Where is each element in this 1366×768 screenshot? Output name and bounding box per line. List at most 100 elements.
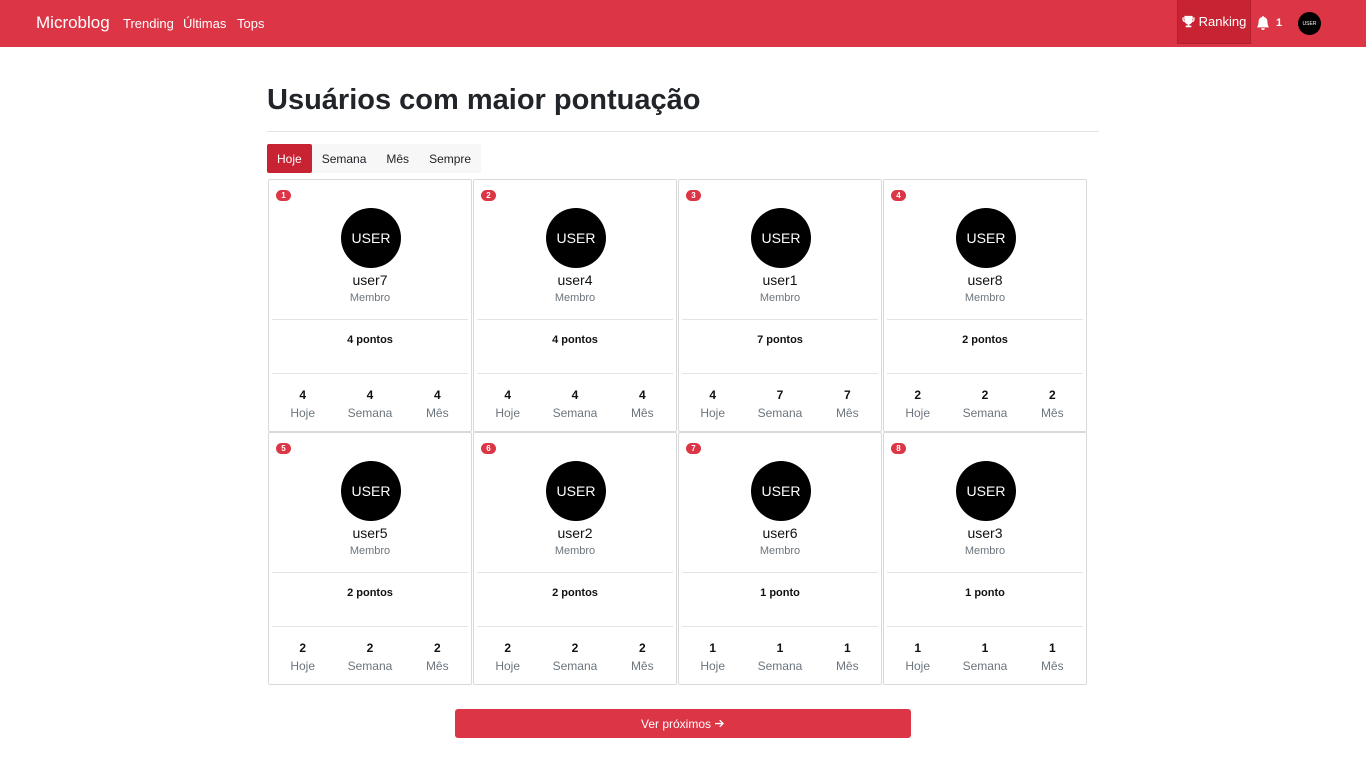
username[interactable]: user1 — [679, 272, 881, 288]
stat-mes: 2 Mês — [404, 641, 471, 673]
rank-badge: 3 — [686, 190, 701, 201]
stat-label: Semana — [757, 406, 803, 420]
stat-value: 7 — [843, 388, 851, 402]
tab-semana[interactable]: Semana — [312, 144, 377, 173]
period-tabs: Hoje Semana Mês Sempre — [267, 144, 482, 173]
nav-link-tops[interactable]: Tops — [237, 16, 264, 31]
stat-value: 4 — [299, 388, 306, 402]
username[interactable]: user3 — [884, 525, 1086, 541]
divider — [682, 572, 878, 573]
user-avatar[interactable]: USER — [341, 208, 401, 268]
stat-label: Mês — [835, 659, 859, 673]
stat-value: 7 — [776, 388, 784, 402]
stat-label: Hoje — [495, 406, 520, 420]
points-total: 2 pontos — [552, 587, 598, 599]
username[interactable]: user6 — [679, 525, 881, 541]
user-role: Membro — [349, 292, 391, 304]
bell-icon[interactable] — [1256, 15, 1270, 31]
stat-value: 2 — [366, 641, 374, 655]
user-role: Membro — [964, 545, 1006, 557]
stat-label: Mês — [1040, 406, 1064, 420]
stat-label: Semana — [757, 659, 803, 673]
stat-mes: 7 Mês — [814, 388, 881, 420]
rank-badge: 2 — [481, 190, 496, 201]
user-role: Membro — [964, 292, 1006, 304]
brand-link[interactable]: Microblog — [36, 13, 110, 33]
stat-mes: 2 Mês — [609, 641, 676, 673]
arrow-right-icon — [715, 719, 724, 728]
stat-hoje: 1 Hoje — [679, 641, 746, 673]
stat-label: Hoje — [905, 659, 930, 673]
stat-hoje: 2 Hoje — [884, 388, 951, 420]
stat-label: Mês — [425, 659, 449, 673]
rank-badge: 6 — [481, 443, 496, 454]
stat-semana: 1 Semana — [951, 641, 1018, 673]
user-card: 1 USER user7 Membro 4 pontos 4 Hoje 4 Sema… — [268, 179, 472, 432]
divider — [682, 319, 878, 320]
user-avatar[interactable]: USER — [751, 461, 811, 521]
user-avatar[interactable]: USER — [956, 208, 1016, 268]
user-avatar[interactable]: USER — [751, 208, 811, 268]
divider — [477, 319, 673, 320]
trophy-icon — [1182, 15, 1195, 28]
points-total: 1 ponto — [760, 587, 800, 599]
stat-semana: 4 Semana — [336, 388, 403, 420]
stat-semana: 7 Semana — [746, 388, 813, 420]
stat-mes: 1 Mês — [814, 641, 881, 673]
stat-value: 4 — [638, 388, 646, 402]
username[interactable]: user8 — [884, 272, 1086, 288]
divider — [477, 626, 673, 627]
stat-mes: 2 Mês — [1019, 388, 1086, 420]
divider — [272, 319, 468, 320]
stat-semana: 4 Semana — [541, 388, 608, 420]
ranking-label: Ranking — [1198, 14, 1247, 29]
divider — [682, 626, 878, 627]
stat-value: 1 — [843, 641, 851, 655]
ranking-grid: 1 USER user7 Membro 4 pontos 4 Hoje 4 Sema… — [268, 179, 1088, 685]
nav-link-ultimas[interactable]: Últimas — [183, 16, 226, 31]
user-avatar[interactable]: USER — [546, 208, 606, 268]
stat-label: Mês — [425, 406, 449, 420]
user-avatar[interactable]: USER — [956, 461, 1016, 521]
rank-badge: 5 — [276, 443, 291, 454]
rank-badge: 8 — [891, 443, 906, 454]
stat-hoje: 2 Hoje — [269, 641, 336, 673]
stat-label: Hoje — [290, 406, 315, 420]
stat-label: Semana — [962, 659, 1008, 673]
points-total: 4 pontos — [552, 334, 598, 346]
stat-mes: 4 Mês — [404, 388, 471, 420]
divider — [682, 373, 878, 374]
user-avatar[interactable]: USER — [1298, 12, 1321, 35]
divider — [887, 319, 1083, 320]
stat-label: Hoje — [495, 659, 520, 673]
stat-hoje: 4 Hoje — [679, 388, 746, 420]
user-avatar[interactable]: USER — [341, 461, 401, 521]
stat-label: Semana — [347, 406, 393, 420]
tab-hoje[interactable]: Hoje — [267, 144, 312, 173]
ver-proximos-button[interactable]: Ver próximos — [455, 709, 911, 738]
username[interactable]: user2 — [474, 525, 676, 541]
stat-hoje: 4 Hoje — [269, 388, 336, 420]
stat-semana: 2 Semana — [336, 641, 403, 673]
rank-badge: 1 — [276, 190, 291, 201]
user-card: 3 USER user1 Membro 7 pontos 4 Hoje 7 Sema… — [678, 179, 882, 432]
stat-value: 1 — [709, 641, 716, 655]
stat-value: 2 — [1048, 388, 1056, 402]
ranking-button[interactable]: Ranking — [1177, 0, 1251, 44]
user-card: 7 USER user6 Membro 1 ponto 1 Hoje 1 Seman… — [678, 432, 882, 685]
tab-sempre[interactable]: Sempre — [419, 144, 481, 173]
user-role: Membro — [349, 545, 391, 557]
stat-label: Mês — [630, 659, 654, 673]
tab-mes[interactable]: Mês — [376, 144, 419, 173]
username[interactable]: user4 — [474, 272, 676, 288]
stat-value: 2 — [433, 641, 441, 655]
divider — [887, 626, 1083, 627]
nav-link-trending[interactable]: Trending — [123, 16, 174, 31]
user-avatar[interactable]: USER — [546, 461, 606, 521]
stats-row: 1 Hoje 1 Semana 1 Mês — [884, 641, 1086, 673]
stats-row: 1 Hoje 1 Semana 1 Mês — [679, 641, 881, 673]
divider — [272, 626, 468, 627]
username[interactable]: user5 — [269, 525, 471, 541]
stat-label: Mês — [835, 406, 859, 420]
username[interactable]: user7 — [269, 272, 471, 288]
